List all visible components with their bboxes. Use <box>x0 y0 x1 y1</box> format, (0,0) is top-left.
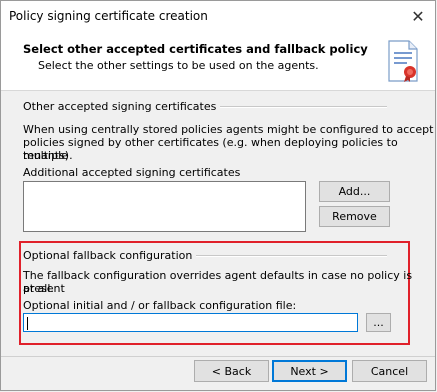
dialog-window: Policy signing certificate creation ✕ Se… <box>0 0 436 391</box>
fallback-file-input[interactable] <box>23 313 358 332</box>
fallback-group-label: Optional fallback configuration <box>23 249 197 262</box>
add-button[interactable]: Add... <box>319 181 390 202</box>
next-button[interactable]: Next > <box>272 360 347 382</box>
close-button[interactable]: ✕ <box>401 1 435 32</box>
accepted-group-label: Other accepted signing certificates <box>23 100 221 113</box>
certificate-icon <box>388 40 418 82</box>
wizard-header: Select other accepted certificates and f… <box>1 32 435 91</box>
accepted-list-label: Additional accepted signing certificates <box>23 166 241 179</box>
accepted-certificates-list[interactable] <box>23 181 306 232</box>
accepted-description-line2: policies signed by other certificates (e… <box>23 136 398 162</box>
accepted-description-line3: tenants). <box>23 149 73 162</box>
browse-button[interactable]: ... <box>366 313 391 332</box>
footer-divider <box>1 356 435 357</box>
window-title: Policy signing certificate creation <box>9 9 208 23</box>
accepted-description-line1: When using centrally stored policies age… <box>23 123 434 136</box>
text-caret <box>27 317 28 330</box>
cancel-button[interactable]: Cancel <box>352 360 427 382</box>
title-bar: Policy signing certificate creation ✕ <box>1 1 435 32</box>
fallback-description-line1: The fallback configuration overrides age… <box>23 269 413 295</box>
fallback-file-label: Optional initial and / or fallback confi… <box>23 299 297 312</box>
fallback-description-line2: at all. <box>23 282 54 295</box>
page-subtitle: Select the other settings to be used on … <box>38 59 319 72</box>
page-title: Select other accepted certificates and f… <box>23 42 368 56</box>
remove-button[interactable]: Remove <box>319 206 390 227</box>
back-button[interactable]: < Back <box>194 360 269 382</box>
